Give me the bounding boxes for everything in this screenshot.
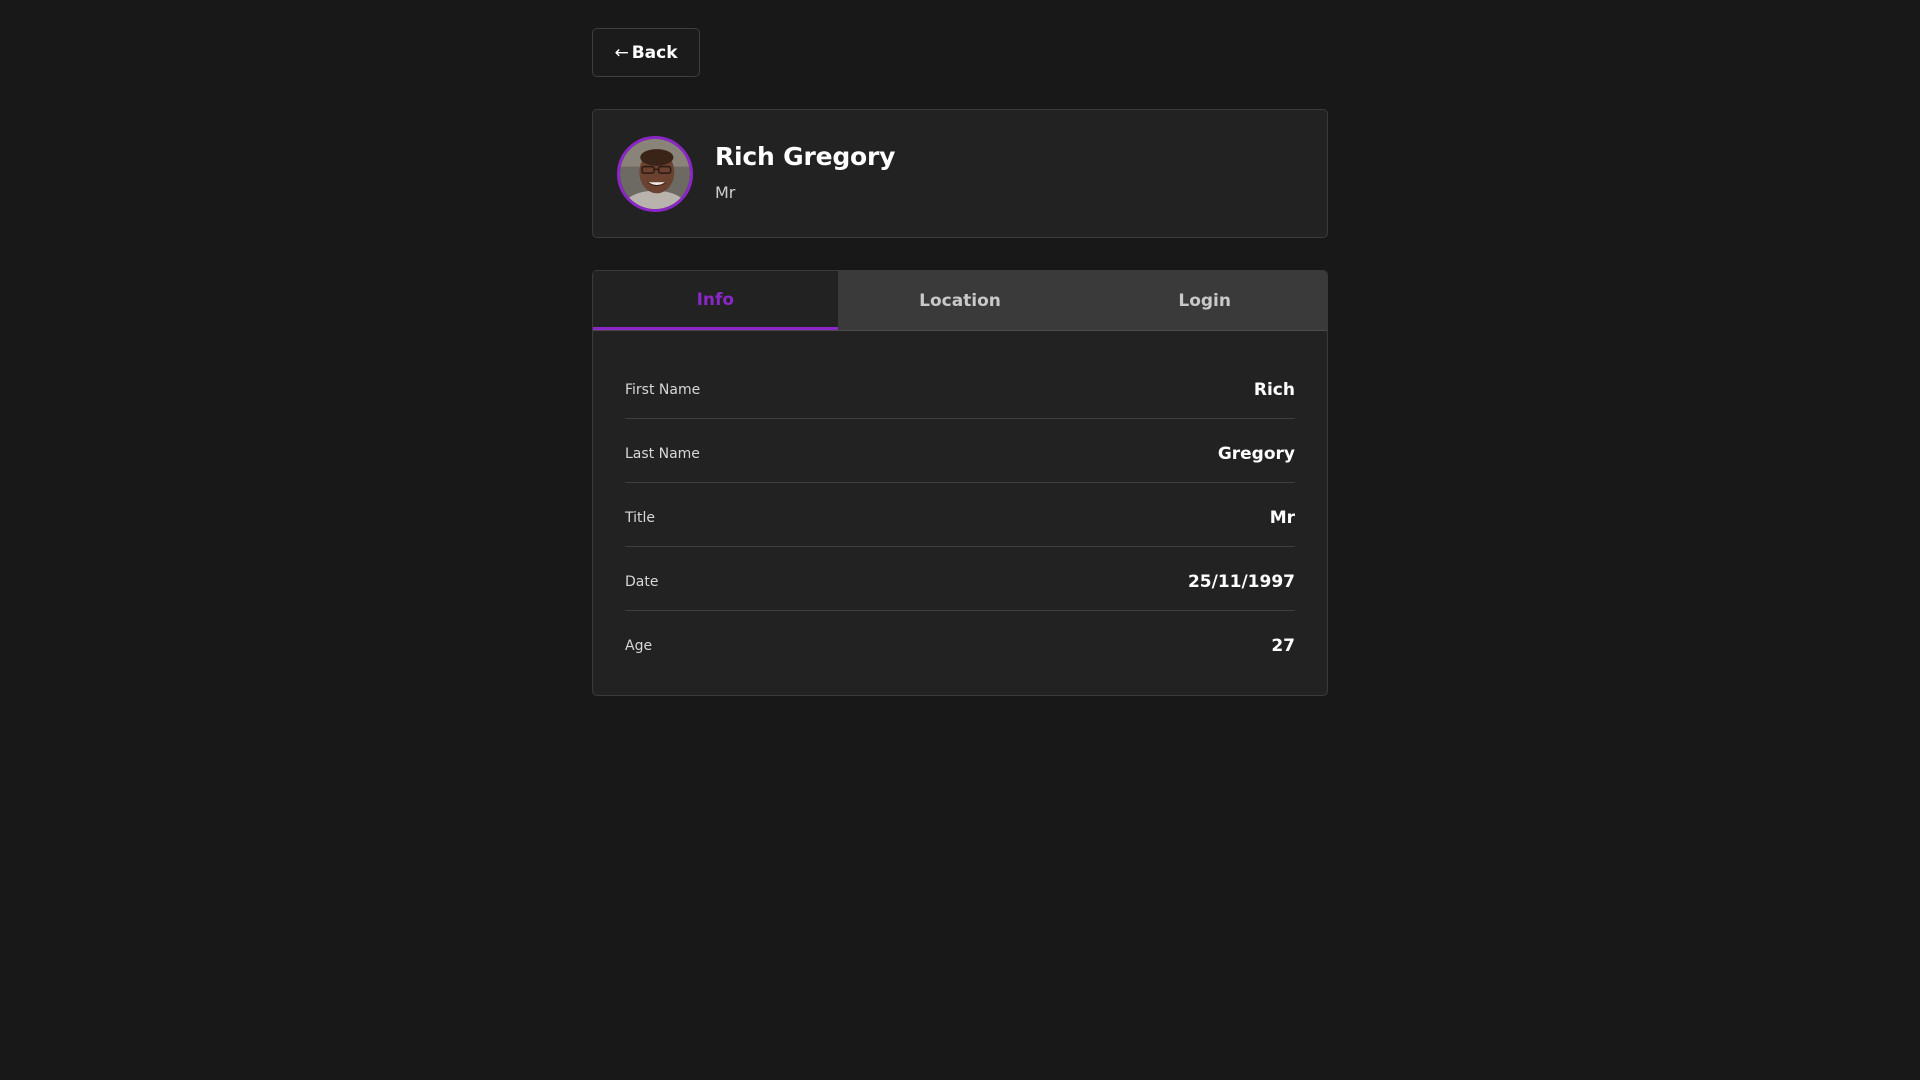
- avatar-photo: [620, 138, 690, 209]
- info-row-title: Title Mr: [625, 483, 1295, 547]
- row-label: Age: [625, 638, 653, 654]
- tab-location[interactable]: Location: [838, 271, 1083, 330]
- row-value: Rich: [1253, 379, 1295, 400]
- row-label: First Name: [625, 381, 701, 398]
- profile-page: ← Back Rich Gregory Mr Info Location Log…: [592, 28, 1328, 696]
- profile-text: Rich Gregory Mr: [715, 142, 895, 202]
- row-label: Last Name: [625, 445, 700, 462]
- row-value: 27: [1271, 636, 1295, 656]
- tab-bar: Info Location Login: [593, 271, 1327, 331]
- tab-login[interactable]: Login: [1082, 271, 1327, 330]
- details-card: Info Location Login First Name Rich Last…: [592, 270, 1328, 696]
- info-row-first-name: First Name Rich: [625, 355, 1295, 419]
- info-row-date: Date 25/11/1997: [625, 547, 1295, 611]
- row-value: Mr: [1269, 507, 1295, 528]
- info-row-last-name: Last Name Gregory: [625, 419, 1295, 483]
- row-label: Date: [625, 573, 659, 590]
- info-row-age: Age 27: [625, 611, 1295, 675]
- profile-name: Rich Gregory: [715, 141, 896, 171]
- tab-info[interactable]: Info: [593, 271, 838, 330]
- profile-title: Mr: [715, 182, 736, 202]
- avatar: [617, 135, 693, 212]
- info-list: First Name Rich Last Name Gregory Title …: [593, 331, 1327, 695]
- back-button[interactable]: ← Back: [592, 28, 700, 77]
- arrow-left-icon: ←: [614, 42, 629, 63]
- row-value: Gregory: [1217, 443, 1295, 464]
- back-button-label: Back: [631, 42, 678, 63]
- row-value: 25/11/1997: [1187, 571, 1295, 592]
- row-label: Title: [625, 509, 656, 526]
- profile-card: Rich Gregory Mr: [592, 109, 1328, 238]
